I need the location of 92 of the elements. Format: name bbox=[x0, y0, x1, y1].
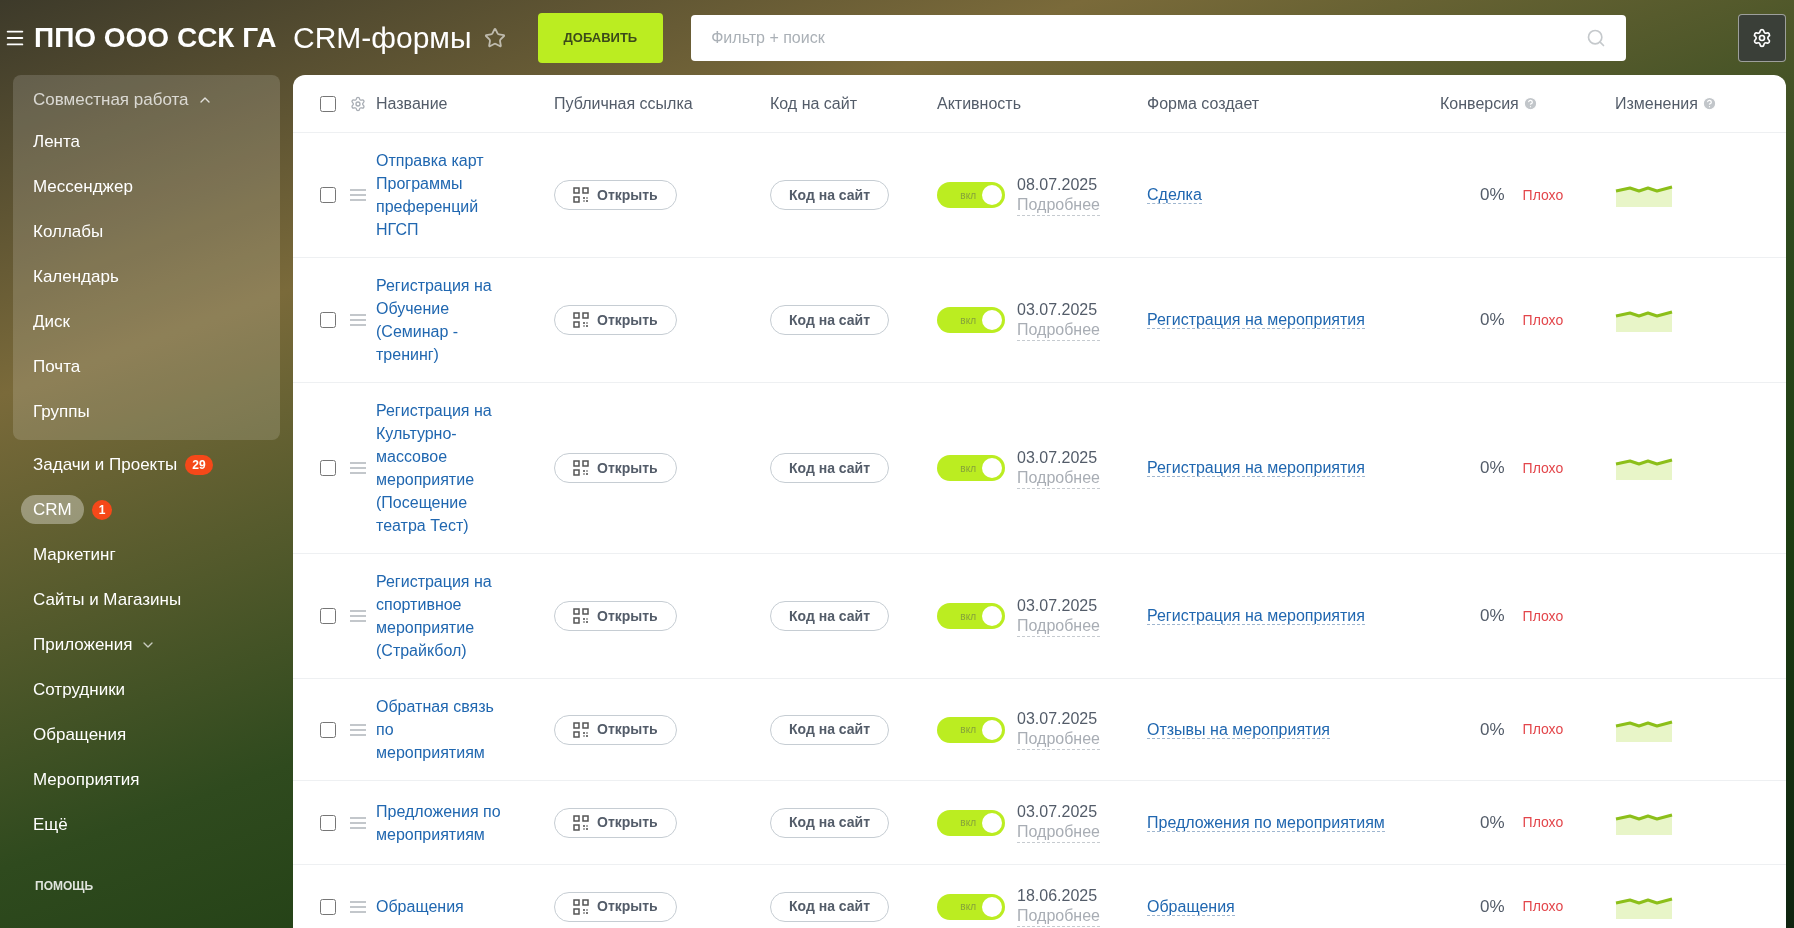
entity-link[interactable]: Обращения bbox=[1147, 897, 1235, 916]
conversion-value: 0% bbox=[1480, 184, 1505, 207]
drag-handle-icon[interactable] bbox=[350, 189, 366, 201]
date-text: 18.06.2025 bbox=[1017, 886, 1099, 906]
conversion-rating: Плохо bbox=[1522, 606, 1564, 626]
entity-link[interactable]: Сделка bbox=[1147, 186, 1202, 204]
form-name-link[interactable]: Регистрация на Обучение (Семинар - тренинг) bbox=[376, 274, 501, 366]
date-text: 03.07.2025 bbox=[1017, 299, 1099, 320]
row-checkbox[interactable] bbox=[320, 608, 336, 624]
row-checkbox[interactable] bbox=[320, 814, 336, 831]
column-header: Форма создает bbox=[1147, 93, 1260, 114]
settings-button[interactable] bbox=[1738, 13, 1786, 62]
qr-code-icon bbox=[573, 898, 589, 915]
drag-handle-icon[interactable] bbox=[350, 314, 366, 326]
date-text: 03.07.2025 bbox=[1017, 595, 1099, 616]
page-title: CRM-формы bbox=[293, 20, 472, 56]
drag-handle-icon[interactable] bbox=[350, 900, 366, 913]
conversion-value: 0% bbox=[1480, 811, 1505, 834]
nav-item[interactable]: Коллабы bbox=[33, 218, 104, 245]
nav-item[interactable]: Сотрудники bbox=[33, 676, 126, 703]
settings-icon[interactable] bbox=[350, 95, 366, 112]
conversion-rating: Плохо bbox=[1522, 458, 1564, 478]
row-checkbox[interactable] bbox=[320, 721, 336, 738]
select-all-checkbox[interactable] bbox=[320, 95, 336, 112]
conversion-value: 0% bbox=[1480, 309, 1505, 332]
row-checkbox[interactable] bbox=[320, 460, 336, 476]
search-field[interactable]: Фильтр + поиск bbox=[691, 14, 1627, 61]
conversion-rating: Плохо bbox=[1522, 720, 1564, 739]
nav-item[interactable]: Группы bbox=[33, 398, 90, 425]
row-checkbox[interactable] bbox=[320, 898, 336, 915]
nav-item[interactable]: Приложения bbox=[33, 631, 133, 658]
group-header[interactable]: Совместная работа bbox=[33, 87, 189, 113]
drag-handle-icon[interactable] bbox=[350, 723, 366, 736]
form-name-link[interactable]: Предложения по мероприятиям bbox=[376, 799, 501, 846]
search-icon bbox=[1586, 27, 1607, 48]
column-header: Активность bbox=[937, 93, 1021, 114]
date-text: 03.07.2025 bbox=[1017, 709, 1099, 729]
conversion-value: 0% bbox=[1480, 605, 1505, 628]
qr-code-icon bbox=[573, 721, 589, 738]
star-icon[interactable] bbox=[483, 26, 506, 49]
date-text: 03.07.2025 bbox=[1017, 802, 1099, 822]
entity-link[interactable]: Отзывы на мероприятия bbox=[1147, 720, 1331, 739]
date-text: 08.07.2025 bbox=[1017, 174, 1099, 195]
entity-link[interactable]: Предложения по мероприятиям bbox=[1147, 813, 1385, 832]
nav-item[interactable]: Мессенджер bbox=[33, 173, 133, 200]
nav-item[interactable]: Ещё bbox=[33, 811, 68, 838]
nav-item[interactable]: Календарь bbox=[33, 263, 119, 290]
entity-link[interactable]: Регистрация на мероприятия bbox=[1147, 311, 1365, 329]
nav-item[interactable]: Диск bbox=[33, 308, 70, 335]
nav-item[interactable]: Обращения bbox=[33, 721, 127, 748]
nav-item[interactable]: Почта bbox=[33, 353, 81, 380]
conversion-rating: Плохо bbox=[1522, 897, 1564, 916]
conversion-rating: Плохо bbox=[1522, 310, 1564, 330]
settings-icon bbox=[1752, 27, 1772, 48]
add-button[interactable]: ДОБАВИТЬ bbox=[537, 12, 664, 63]
conversion-value: 0% bbox=[1480, 457, 1505, 480]
nav-item[interactable]: Мероприятия bbox=[33, 766, 140, 793]
qr-code-icon bbox=[573, 187, 589, 203]
counter-badge: 1 bbox=[91, 499, 113, 520]
conversion-rating: Плохо bbox=[1522, 185, 1564, 205]
counter-badge: 29 bbox=[185, 454, 213, 475]
drag-handle-icon[interactable] bbox=[350, 816, 366, 829]
qr-code-icon bbox=[573, 312, 589, 328]
form-name-link[interactable]: Обращения bbox=[376, 895, 501, 918]
column-header: Публичная ссылка bbox=[554, 93, 693, 114]
entity-link[interactable]: Регистрация на мероприятия bbox=[1147, 459, 1365, 477]
form-name-link[interactable]: Регистрация на спортивное мероприятие (Страйкбол) bbox=[376, 570, 501, 662]
column-header: Конверсия bbox=[1440, 93, 1519, 114]
row-checkbox[interactable] bbox=[320, 312, 336, 328]
qr-code-icon bbox=[573, 814, 589, 831]
nav-item[interactable]: Сайты и Магазины bbox=[33, 586, 182, 613]
drag-handle-icon[interactable] bbox=[350, 462, 366, 474]
column-header: Изменения bbox=[1615, 93, 1698, 114]
entity-link[interactable]: Регистрация на мероприятия bbox=[1147, 607, 1365, 625]
column-header: Название bbox=[376, 93, 448, 114]
qr-code-icon bbox=[573, 460, 589, 476]
nav-item[interactable]: Лента bbox=[33, 128, 81, 155]
portal-title: ППО ООО ССК ГА bbox=[34, 20, 277, 55]
conversion-rating: Плохо bbox=[1522, 813, 1564, 832]
column-header: Код на сайт bbox=[770, 93, 857, 114]
nav-item[interactable]: Задачи и Проекты bbox=[33, 451, 178, 478]
drag-handle-icon[interactable] bbox=[350, 610, 366, 622]
date-text: 03.07.2025 bbox=[1017, 447, 1099, 468]
section-label: ПОМОЩЬ bbox=[35, 878, 95, 895]
row-checkbox[interactable] bbox=[320, 187, 336, 203]
conversion-value: 0% bbox=[1480, 718, 1505, 741]
form-name-link[interactable]: Обратная связь по мероприятиям bbox=[376, 695, 501, 764]
form-name-link[interactable]: Отправка карт Программы преференций НГСП bbox=[376, 149, 501, 241]
conversion-value: 0% bbox=[1480, 895, 1505, 918]
qr-code-icon bbox=[573, 608, 589, 624]
nav-item[interactable]: Маркетинг bbox=[33, 541, 116, 568]
form-name-link[interactable]: Регистрация на Культурно-массовое мероприятие (Посещение театра Тест) bbox=[376, 399, 501, 537]
